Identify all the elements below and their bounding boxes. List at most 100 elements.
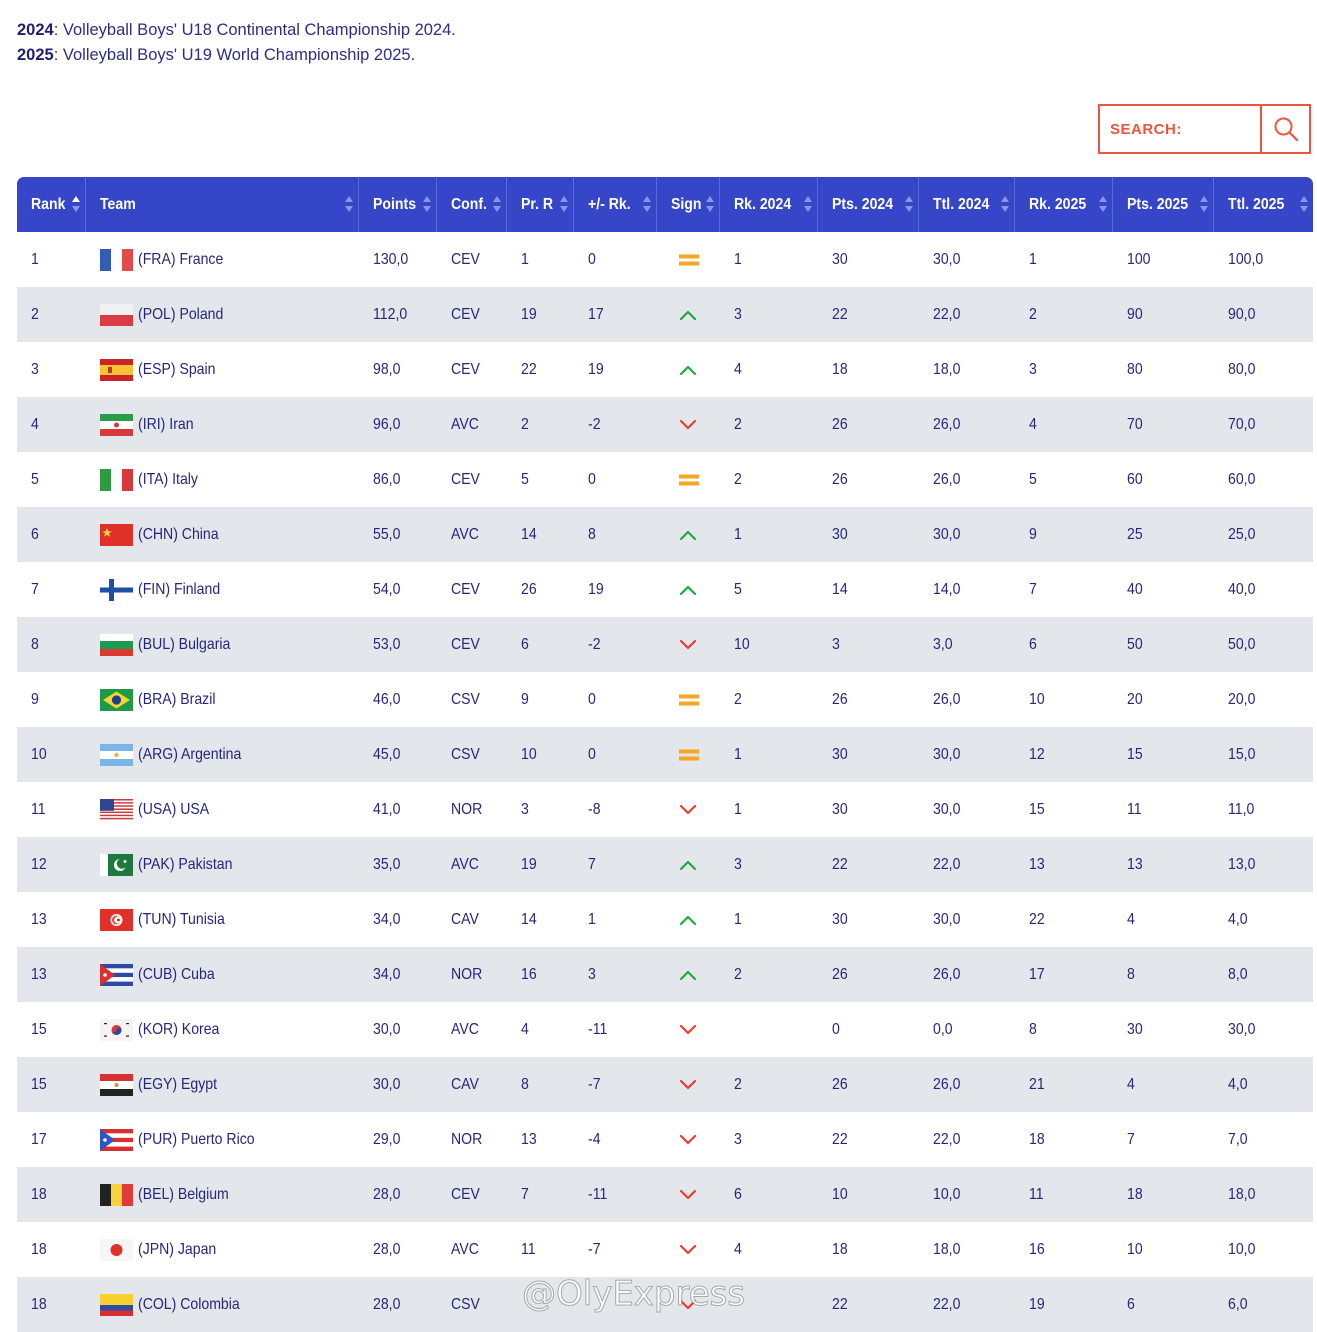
col-header-rank-2025[interactable]: Rk. 2025 <box>1015 177 1113 232</box>
cell-value: 2 <box>734 965 742 983</box>
cell-points: 35,0 <box>359 837 437 892</box>
col-header-total-2024[interactable]: Ttl. 2024 <box>919 177 1015 232</box>
cell-value: 19 <box>588 580 604 598</box>
flag-icon <box>100 1238 133 1261</box>
col-header-points-2025[interactable]: Pts. 2025 <box>1113 177 1214 232</box>
cell-value: 4 <box>734 1240 742 1258</box>
sort-icon[interactable] <box>72 195 80 213</box>
col-header-conf[interactable]: Conf. <box>437 177 507 232</box>
sort-icon[interactable] <box>905 195 913 213</box>
cell-value: -4 <box>588 1130 601 1148</box>
sort-icon[interactable] <box>493 195 501 213</box>
cell-points-2024: 22 <box>818 287 919 342</box>
cell-value: 3 <box>734 855 742 873</box>
cell-value: 55,0 <box>373 525 401 543</box>
cell-value: 100 <box>1127 250 1151 268</box>
team-name: (BEL) Belgium <box>138 1185 229 1203</box>
cell-value: 1 <box>734 800 742 818</box>
cell-value: 70,0 <box>1228 415 1256 433</box>
col-header-rank[interactable]: Rank <box>17 177 86 232</box>
cell-value: 1 <box>734 250 742 268</box>
notes: 2024: Volleyball Boys' U18 Continental C… <box>17 18 456 68</box>
cell-value: 6 <box>521 635 529 653</box>
cell-value: 50 <box>1127 635 1143 653</box>
cell-rank-2025: 11 <box>1015 1167 1113 1222</box>
sort-icon[interactable] <box>560 195 568 213</box>
col-header-sign[interactable]: Sign <box>657 177 720 232</box>
col-header-points-2024[interactable]: Pts. 2024 <box>818 177 919 232</box>
sort-icon[interactable] <box>804 195 812 213</box>
cell-rank-2024: 2 <box>720 1057 818 1112</box>
cell-team: (CUB) Cuba <box>86 947 359 1002</box>
cell-value: -2 <box>588 415 601 433</box>
cell-points: 130,0 <box>359 232 437 287</box>
sort-icon[interactable] <box>423 195 431 213</box>
cell-value: 30,0 <box>933 800 961 818</box>
arrow-up-icon <box>679 860 697 870</box>
cell-points-2025: 60 <box>1113 452 1214 507</box>
col-header-rank-2024[interactable]: Rk. 2024 <box>720 177 818 232</box>
cell-team: (ARG) Argentina <box>86 727 359 782</box>
cell-rank-2024: 2 <box>720 452 818 507</box>
cell-value: 1 <box>31 250 39 268</box>
search-button[interactable] <box>1260 106 1309 152</box>
cell-value: 26 <box>832 415 848 433</box>
cell-conf: AVC <box>437 1222 507 1277</box>
cell-value: 3 <box>832 635 840 653</box>
sort-icon[interactable] <box>643 195 651 213</box>
cell-value: 2 <box>734 690 742 708</box>
cell-value: 2 <box>521 415 529 433</box>
col-header-points[interactable]: Points <box>359 177 437 232</box>
sort-icon[interactable] <box>706 195 714 213</box>
sort-icon[interactable] <box>1200 195 1208 213</box>
cell-points-2024: 18 <box>818 1222 919 1277</box>
cell-value: 41,0 <box>373 800 401 818</box>
search-box[interactable]: SEARCH: <box>1098 104 1311 154</box>
cell-prev-rank: 16 <box>507 947 574 1002</box>
col-header-total-2025[interactable]: Ttl. 2025 <box>1214 177 1313 232</box>
cell-value: 40 <box>1127 580 1143 598</box>
cell-conf: NOR <box>437 1112 507 1167</box>
sort-icon[interactable] <box>1099 195 1107 213</box>
cell-total-2024: 30,0 <box>919 727 1015 782</box>
cell-total-2024: 14,0 <box>919 562 1015 617</box>
sort-icon[interactable] <box>1001 195 1009 213</box>
cell-value: 18 <box>1029 1130 1045 1148</box>
cell-value: 18 <box>1127 1185 1143 1203</box>
search-label[interactable]: SEARCH: <box>1100 106 1260 152</box>
cell-rank: 3 <box>17 342 86 397</box>
team-name: (FIN) Finland <box>138 580 221 598</box>
sort-icon[interactable] <box>345 195 353 213</box>
sort-icon[interactable] <box>1300 195 1308 213</box>
col-header-prev-rank[interactable]: Pr. R <box>507 177 574 232</box>
col-header-label: Rank <box>31 195 66 213</box>
cell-points-2025: 4 <box>1113 892 1214 947</box>
cell-value: 15 <box>31 1075 47 1093</box>
cell-rank-2024: 5 <box>720 562 818 617</box>
cell-total-2024: 10,0 <box>919 1167 1015 1222</box>
arrow-down-icon <box>679 419 697 429</box>
cell-points-2024: 30 <box>818 507 919 562</box>
cell-value: 80,0 <box>1228 360 1256 378</box>
cell-total-2025: 80,0 <box>1214 342 1313 397</box>
team-name: (USA) USA <box>138 800 210 818</box>
search-icon <box>1274 117 1298 142</box>
col-header-rank-change[interactable]: +/- Rk. <box>574 177 657 232</box>
cell-points-2024: 10 <box>818 1167 919 1222</box>
cell-value: 18 <box>832 1240 848 1258</box>
cell-points-2024: 22 <box>818 1112 919 1167</box>
cell-prev-rank: 14 <box>507 507 574 562</box>
cell-rank-2024: 1 <box>720 782 818 837</box>
cell-rank-2025: 2 <box>1015 287 1113 342</box>
cell-value: 10 <box>31 745 47 763</box>
cell-rank: 15 <box>17 1057 86 1112</box>
arrow-down-icon <box>679 1079 697 1089</box>
cell-value: 22 <box>832 1130 848 1148</box>
col-header-label: Sign <box>671 195 702 213</box>
cell-conf: CEV <box>437 1167 507 1222</box>
cell-team: (JPN) Japan <box>86 1222 359 1277</box>
cell-team: (COL) Colombia <box>86 1277 359 1332</box>
cell-value: 26,0 <box>933 690 961 708</box>
cell-value: 26,0 <box>933 415 961 433</box>
col-header-team[interactable]: Team <box>86 177 359 232</box>
